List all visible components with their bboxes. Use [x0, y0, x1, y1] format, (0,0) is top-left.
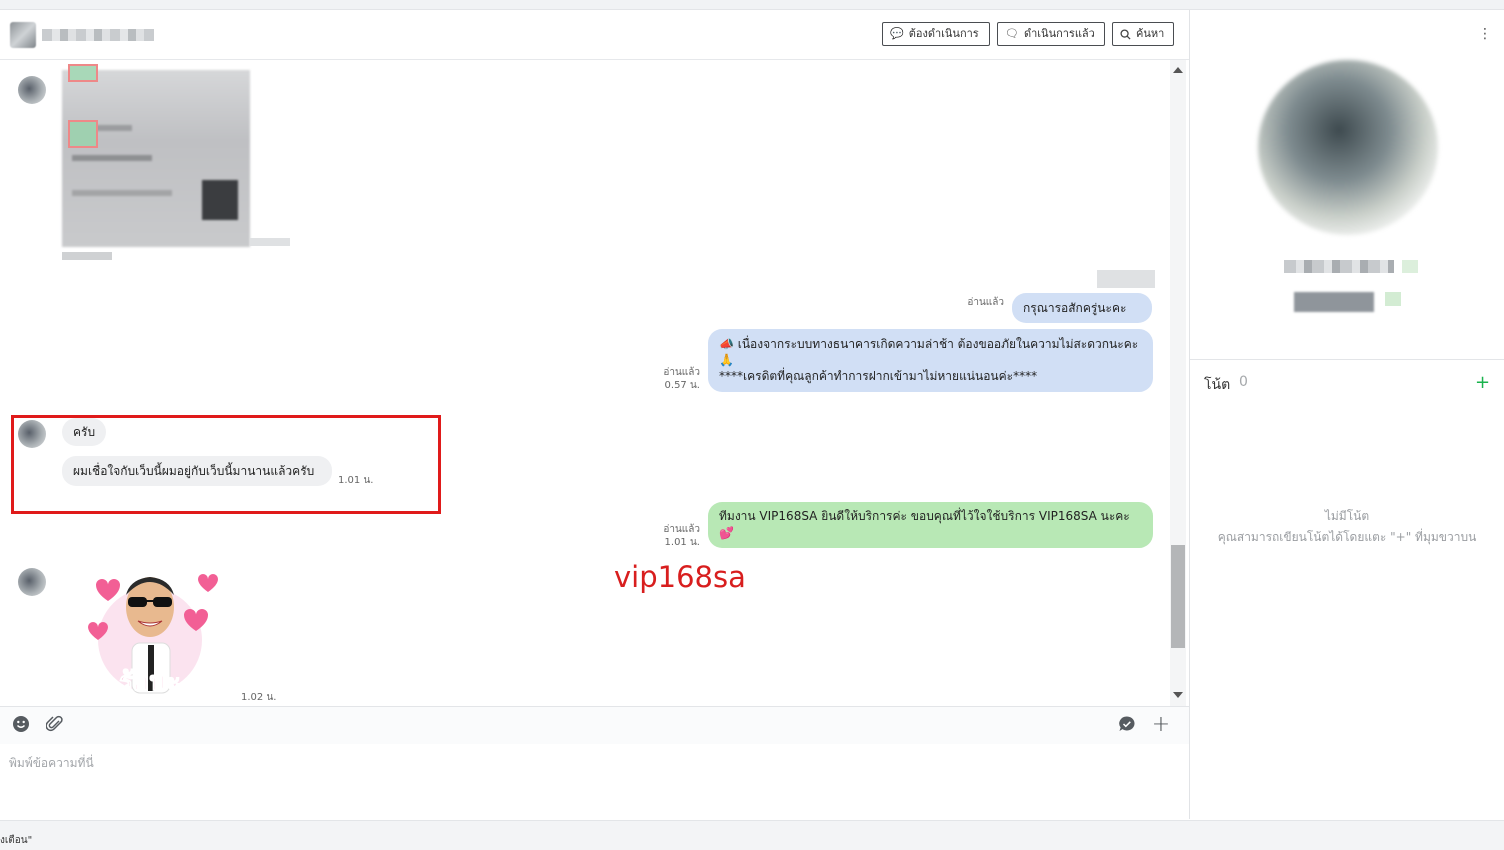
profile-picture	[1258, 60, 1438, 235]
message-time: 1.02 น.	[241, 692, 277, 703]
read-status: อ่านแล้ว	[967, 297, 1004, 308]
notes-count: 0	[1239, 374, 1248, 390]
search-button[interactable]: ค้นหา	[1112, 22, 1174, 46]
notes-empty-hint: คุณสามารถเขียนโน้ตได้โดยแตะ "+" ที่มุมขว…	[1217, 530, 1477, 544]
chat-header: 💬 ต้องดำเนินการ 🗨 ดำเนินการแล้ว ค้นหา	[0, 10, 1189, 60]
image-detail	[68, 64, 98, 82]
compose-area	[0, 744, 1189, 819]
add-note-button[interactable]: +	[1475, 372, 1490, 393]
image-message[interactable]	[62, 70, 250, 247]
compose-toolbar: +	[0, 706, 1189, 745]
message-line: 📣 เนื่องจากระบบทางธนาคารเกิดความล่าช้า ต…	[719, 337, 1139, 351]
highlight-box	[11, 415, 441, 514]
done-label: ดำเนินการแล้ว	[1023, 27, 1095, 40]
chat-check-icon: 🗨	[1005, 27, 1019, 40]
divider	[1190, 359, 1504, 360]
status-text: งเตือน"	[0, 835, 33, 846]
read-status: อ่านแล้ว	[663, 524, 700, 535]
outgoing-message[interactable]: ทีมงาน VIP168SA ยินดีให้บริการค่ะ ขอบคุณ…	[708, 502, 1153, 548]
search-label: ค้นหา	[1136, 27, 1165, 40]
sticker-message[interactable]: รักนะ	[80, 565, 220, 700]
todo-button[interactable]: 💬 ต้องดำเนินการ	[882, 22, 990, 46]
contact-name-blurred	[42, 29, 154, 41]
contact-avatar[interactable]	[10, 22, 36, 48]
chat-template-icon[interactable]	[1117, 715, 1137, 735]
profile-panel: ⋮ โน้ต 0 + ไม่มีโน้ต คุณสามารถเขียนโน้ตไ…	[1190, 10, 1504, 819]
message-list[interactable]: อ่านแล้ว กรุณารอสักครู่นะคะ💕 📣 เนื่องจาก…	[0, 60, 1166, 706]
read-status: อ่านแล้ว	[663, 367, 700, 378]
sender-avatar[interactable]	[18, 568, 46, 596]
notes-title: โน้ต	[1204, 377, 1231, 393]
notes-empty-title: ไม่มีโน้ต	[1324, 509, 1370, 523]
image-detail	[68, 120, 98, 148]
profile-name-blurred	[1284, 260, 1394, 273]
outgoing-message[interactable]: กรุณารอสักครู่นะคะ💕	[1012, 293, 1152, 345]
sender-avatar[interactable]	[18, 76, 46, 104]
status-bar: งเตือน"	[0, 820, 1504, 850]
message-input[interactable]	[0, 744, 1189, 819]
chat-bubble-icon: 💬	[890, 27, 904, 40]
image-caption-blurred	[62, 252, 112, 260]
profile-id-blurred	[1294, 292, 1374, 312]
chat-panel: 💬 ต้องดำเนินการ 🗨 ดำเนินการแล้ว ค้นหา อ่…	[0, 10, 1190, 819]
watermark-text: vip168sa	[614, 560, 746, 594]
edit-name-icon[interactable]	[1402, 260, 1418, 273]
emoji-icon[interactable]	[11, 715, 31, 735]
search-icon	[1120, 28, 1131, 40]
sticker-text: รักนะ	[119, 667, 180, 697]
paperclip-icon[interactable]	[45, 715, 65, 735]
message-time: 0.57 น.	[664, 380, 700, 391]
sender-name-blurred	[1097, 270, 1155, 288]
scroll-down-arrow[interactable]	[1173, 692, 1183, 698]
message-time: 1.01 น.	[664, 537, 700, 548]
message-line: 🙏	[719, 353, 734, 367]
blurred-meta	[250, 238, 290, 246]
edit-id-icon[interactable]	[1385, 292, 1401, 306]
scroll-up-arrow[interactable]	[1173, 67, 1183, 73]
message-scrollbar[interactable]	[1170, 60, 1186, 706]
todo-label: ต้องดำเนินการ	[908, 27, 979, 40]
scroll-thumb[interactable]	[1171, 545, 1185, 648]
plus-icon[interactable]: +	[1151, 714, 1171, 736]
outgoing-message[interactable]: 📣 เนื่องจากระบบทางธนาคารเกิดความล่าช้า ต…	[708, 329, 1153, 392]
message-line: ทีมงาน VIP168SA ยินดีให้บริการค่ะ ขอบคุณ…	[719, 509, 1130, 523]
message-line: 💕	[719, 526, 734, 540]
message-line: ****เครดิตที่คุณลูกค้าทำการฝากเข้ามาไม่ห…	[719, 369, 1038, 383]
kebab-icon[interactable]: ⋮	[1478, 26, 1492, 42]
done-button[interactable]: 🗨 ดำเนินการแล้ว	[997, 22, 1105, 46]
top-strip	[0, 0, 1504, 10]
